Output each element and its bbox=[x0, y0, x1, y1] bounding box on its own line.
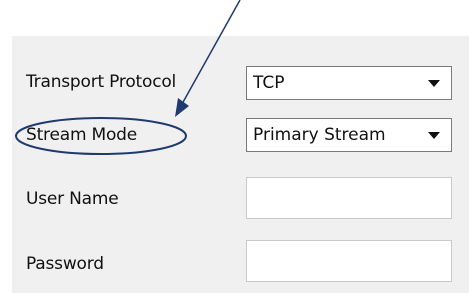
user-name-label: User Name bbox=[26, 189, 119, 209]
password-label: Password bbox=[26, 254, 104, 274]
transport-protocol-select[interactable]: TCP bbox=[246, 66, 452, 100]
user-name-input[interactable] bbox=[246, 177, 452, 219]
transport-protocol-label: Transport Protocol bbox=[26, 72, 177, 92]
chevron-down-icon[interactable] bbox=[428, 80, 440, 87]
chevron-down-icon[interactable] bbox=[428, 132, 440, 139]
password-input[interactable] bbox=[246, 240, 452, 282]
stream-mode-select[interactable]: Primary Stream bbox=[246, 118, 452, 152]
stream-mode-value: Primary Stream bbox=[253, 125, 386, 145]
stream-mode-label: Stream Mode bbox=[26, 125, 138, 145]
transport-protocol-value: TCP bbox=[253, 73, 285, 93]
